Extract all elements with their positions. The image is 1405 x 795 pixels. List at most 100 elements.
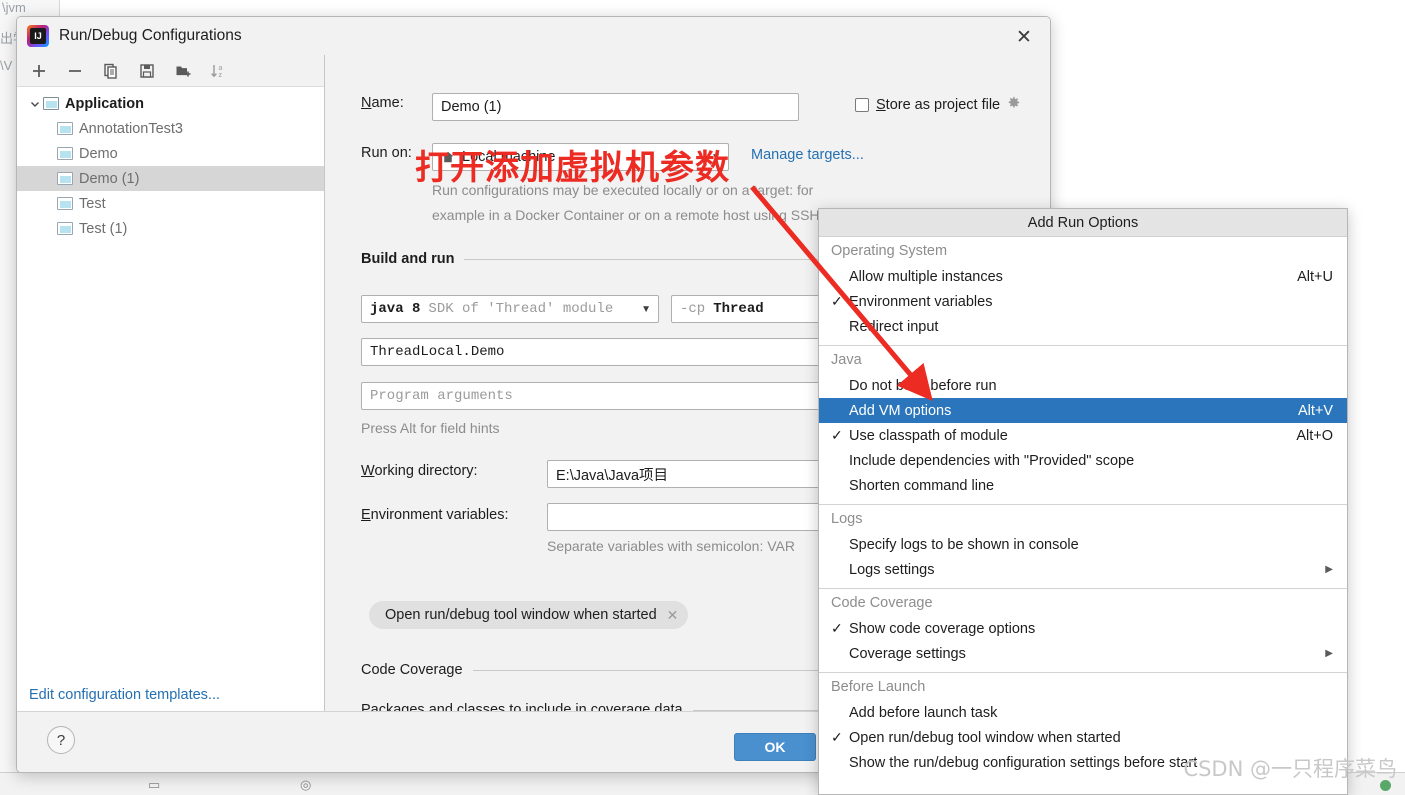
menu-item-shorten-command-line[interactable]: Shorten command line [819,473,1347,498]
check-icon: ✓ [831,620,843,636]
menu-item-add-vm-options[interactable]: Add VM options Alt+V [819,398,1347,423]
chevron-down-icon[interactable] [27,96,43,112]
tree-item-demo[interactable]: Demo [17,141,324,166]
menu-item-open-run-debug-tool-window-when-started[interactable]: ✓ Open run/debug tool window when started [819,725,1347,750]
watermark: CSDN @一只程序菜鸟 [1183,757,1397,781]
background-text-2: \V [0,58,13,73]
menu-item-shortcut: Alt+O [1296,427,1333,444]
jdk-version: java 8 [370,301,421,317]
svg-text:a: a [219,65,223,72]
background-text-0: \jvm [2,0,26,15]
environment-variables-input[interactable] [547,503,847,531]
ide-terminal-icon[interactable]: ▭ [148,777,160,793]
tree-item-label: AnnotationTest3 [79,120,183,137]
tree-group-application[interactable]: Application [17,91,324,116]
configuration-icon [57,222,73,235]
check-icon: ✓ [831,729,843,745]
program-arguments-input[interactable]: Program arguments [361,382,831,410]
tree-item-label: Demo (1) [79,170,140,187]
main-class-input[interactable]: ThreadLocal.Demo [361,338,831,366]
menu-group-label: Operating System [831,242,948,259]
screen: \jvm 出学 \V ▭ ◎ Run/Debug Configurations … [0,0,1405,795]
classpath-prefix: -cp [680,301,706,317]
menu-group-label: Java [831,351,862,368]
menu-item-label: Specify logs to be shown in console [849,536,1079,553]
intellij-idea-icon [27,25,49,47]
jdk-module-desc: SDK of 'Thread' module [428,301,614,317]
ide-event-icon[interactable]: ◎ [300,777,311,793]
menu-item-label: Logs settings [849,561,935,578]
environment-variables-row: Environment variables: [361,507,509,523]
menu-item-show-code-coverage-options[interactable]: ✓ Show code coverage options [819,616,1347,641]
chip-label: Open run/debug tool window when started [385,607,657,623]
close-icon[interactable]: ✕ [667,607,679,624]
save-icon[interactable] [137,61,157,81]
menu-item-label: Add before launch task [849,704,998,721]
help-button[interactable]: ? [47,726,75,754]
menu-item-logs-settings[interactable]: Logs settings ▶ [819,557,1347,582]
tree-item-label: Test (1) [79,220,128,237]
ok-button[interactable]: OK [734,733,816,761]
menu-item-specify-logs-to-be-shown-in-console[interactable]: Specify logs to be shown in console [819,532,1347,557]
working-directory-input[interactable]: E:\Java\Java项目 [547,460,847,488]
classpath-value: Thread [713,301,764,317]
name-label: Name: [361,95,404,111]
menu-item-add-before-launch-task[interactable]: Add before launch task [819,700,1347,725]
plus-icon[interactable] [29,61,49,81]
tree-item-test-1[interactable]: Test (1) [17,216,324,241]
tree-item-test[interactable]: Test [17,191,324,216]
store-as-project-file-row[interactable]: Store as project file [855,95,1021,114]
folder-add-icon[interactable] [173,61,193,81]
classpath-field[interactable]: -cp Thread [671,295,831,323]
run-on-hint-line-2: example in a Docker Container or on a re… [432,207,824,223]
environment-variables-label: Environment variables: [361,507,509,523]
tree-item-label: Demo [79,145,118,162]
edit-configuration-templates-link[interactable]: Edit configuration templates... [29,687,220,703]
configuration-icon [57,172,73,185]
menu-item-allow-multiple-instances[interactable]: Allow multiple instances Alt+U [819,264,1347,289]
chevron-right-icon: ▶ [1325,648,1333,659]
tree-item-demo-1[interactable]: Demo (1) [17,166,324,191]
coverage-packages-heading: Packages and classes to include in cover… [361,702,683,711]
check-icon: ✓ [831,427,843,443]
application-group-icon [43,97,59,110]
manage-targets-link[interactable]: Manage targets... [751,147,864,163]
menu-item-label: Open run/debug tool window when started [849,729,1121,746]
field-hints-text: Press Alt for field hints [361,420,500,436]
name-row: Name: [361,95,404,111]
minus-icon[interactable] [65,61,85,81]
chevron-down-icon[interactable]: ▼ [641,304,651,315]
popup-menu-list: Operating System Allow multiple instances… [819,237,1347,775]
menu-group-label: Logs [831,510,863,527]
menu-item-coverage-settings[interactable]: Coverage settings ▶ [819,641,1347,666]
jdk-combobox[interactable]: java 8 SDK of 'Thread' module ▼ [361,295,659,323]
name-input[interactable]: Demo (1) [432,93,799,121]
before-launch-chip[interactable]: Open run/debug tool window when started … [369,601,689,629]
menu-item-use-classpath-of-module[interactable]: ✓ Use classpath of module Alt+O [819,423,1347,448]
build-and-run-heading: Build and run [361,251,455,267]
sort-az-icon[interactable]: a z [209,61,229,81]
menu-item-shortcut: Alt+U [1297,268,1333,285]
configurations-tree: Application AnnotationTest3 Demo Demo (1… [17,87,324,241]
annotation-text: 打开添加虚拟机参数 [415,148,730,188]
menu-item-label: Do not build before run [849,377,997,394]
menu-item-include-dependencies-with-provided-scope[interactable]: Include dependencies with "Provided" sco… [819,448,1347,473]
menu-item-label: Shorten command line [849,477,995,494]
store-as-project-file-checkbox[interactable] [855,97,869,112]
menu-item-do-not-build-before-run[interactable]: Do not build before run [819,373,1347,398]
menu-item-label: Include dependencies with "Provided" sco… [849,452,1135,469]
copy-icon[interactable] [101,61,121,81]
menu-item-redirect-input[interactable]: Redirect input [819,314,1347,339]
close-icon[interactable]: ✕ [1008,25,1040,51]
dialog-title: Run/Debug Configurations [59,27,242,44]
store-as-project-file-label: Store as project file [876,96,1001,113]
code-coverage-heading: Code Coverage [361,662,463,678]
working-directory-label: Working directory: [361,463,478,479]
menu-item-environment-variables[interactable]: ✓ Environment variables [819,289,1347,314]
gear-icon[interactable] [1006,95,1021,114]
menu-item-label: Redirect input [849,318,939,335]
environment-variables-hint: Separate variables with semicolon: VAR [547,538,795,554]
tree-item-label: Test [79,195,106,212]
menu-group-label: Before Launch [831,678,926,695]
tree-item-annotationtest3[interactable]: AnnotationTest3 [17,116,324,141]
